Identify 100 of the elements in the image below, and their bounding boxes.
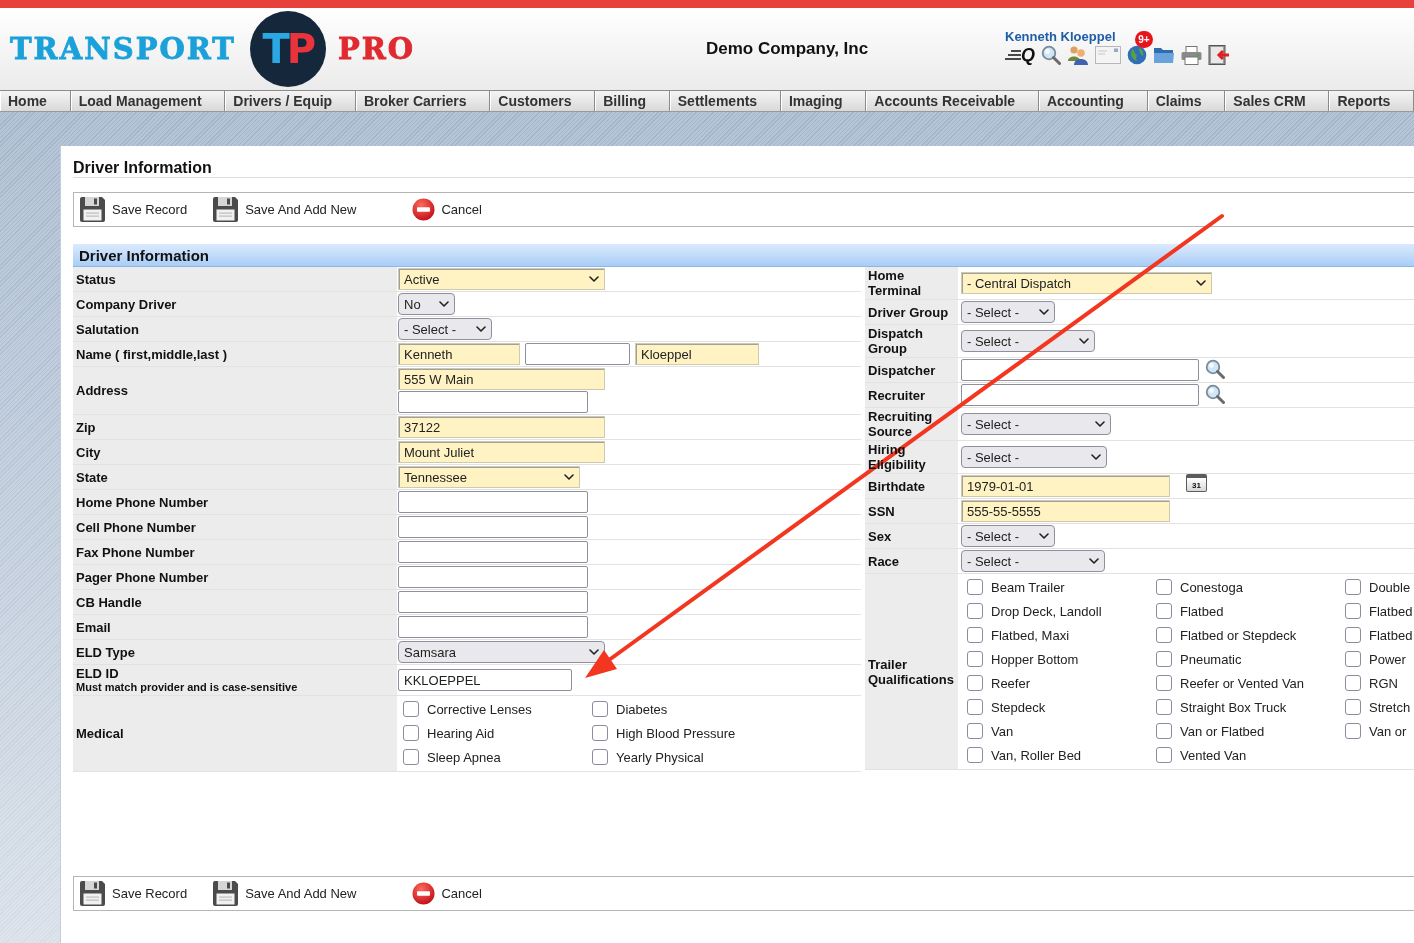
checkbox[interactable] [1156, 699, 1172, 715]
text-field[interactable]: 37122 [398, 416, 605, 438]
text-field[interactable]: KKLOEPPEL [398, 669, 572, 691]
nav-item[interactable]: Sales CRM [1225, 91, 1330, 111]
checkbox[interactable] [967, 747, 983, 763]
checkbox[interactable] [1156, 627, 1172, 643]
nav-item[interactable]: Home [0, 91, 71, 111]
checkbox[interactable] [967, 627, 983, 643]
dropdown[interactable]: - Select - [398, 318, 492, 340]
calendar-icon[interactable]: 31 [1186, 474, 1207, 492]
text-field[interactable] [398, 391, 588, 413]
checkbox-label: Flatbed [1369, 627, 1413, 643]
checkbox[interactable] [1156, 723, 1172, 739]
dropdown[interactable]: - Select - [961, 550, 1105, 572]
field-label: State [76, 469, 108, 485]
text-field[interactable]: Mount Juliet [398, 441, 605, 463]
cancel-button[interactable]: Cancel [412, 882, 482, 905]
search-icon[interactable] [1205, 359, 1225, 379]
checkbox-label: Flatbed [1180, 603, 1224, 619]
people-icon[interactable] [1067, 45, 1089, 65]
save-button[interactable]: Save Record [79, 196, 188, 223]
text-field[interactable]: 555 W Main [398, 368, 605, 390]
search-icon[interactable] [1205, 384, 1225, 404]
checkbox[interactable] [1345, 603, 1361, 619]
dropdown[interactable]: Tennessee [398, 466, 580, 488]
nav-item[interactable]: Billing [595, 91, 670, 111]
checkbox[interactable] [1156, 579, 1172, 595]
nav-item[interactable]: Load Management [70, 91, 226, 111]
field-label: Salutation [76, 321, 139, 337]
chevron-down-icon [1089, 558, 1099, 564]
checkbox[interactable] [403, 725, 419, 741]
checkbox[interactable] [1345, 699, 1361, 715]
text-field[interactable] [398, 591, 588, 613]
text-field[interactable] [398, 516, 588, 538]
checkbox[interactable] [592, 701, 608, 717]
checkbox[interactable] [592, 749, 608, 765]
checkbox-label: Hearing Aid [427, 725, 495, 741]
checkbox[interactable] [403, 701, 419, 717]
checkbox[interactable] [1345, 627, 1361, 643]
text-field[interactable]: Kloeppel [635, 343, 759, 365]
nav-item[interactable]: Drivers / Equip [225, 91, 356, 111]
text-field[interactable]: Kenneth [398, 343, 520, 365]
printer-icon[interactable] [1181, 45, 1202, 65]
save-button[interactable]: Save And Add New [212, 880, 357, 907]
save-button[interactable]: Save And Add New [212, 196, 357, 223]
checkbox[interactable] [967, 579, 983, 595]
nav-item[interactable]: Reports [1329, 91, 1414, 111]
checkbox[interactable] [967, 699, 983, 715]
checkbox[interactable] [1345, 579, 1361, 595]
checkbox[interactable] [967, 603, 983, 619]
text-field[interactable] [398, 491, 588, 513]
checkbox[interactable] [967, 651, 983, 667]
nav-item[interactable]: Claims [1147, 91, 1226, 111]
checkbox[interactable] [592, 725, 608, 741]
checkbox-label: Beam Trailer [991, 579, 1065, 595]
user-name[interactable]: Kenneth Kloeppel [1005, 29, 1116, 44]
dropdown[interactable]: - Select - [961, 413, 1111, 435]
chevron-down-icon [1039, 533, 1049, 539]
text-field[interactable] [961, 359, 1199, 381]
envelope-icon[interactable] [1095, 46, 1121, 64]
nav-item[interactable]: Accounts Receivable [866, 91, 1039, 111]
dropdown[interactable]: - Select - [961, 330, 1095, 352]
dropdown[interactable]: No [398, 293, 455, 315]
globe-icon[interactable] [1127, 45, 1147, 65]
dropdown[interactable]: Samsara [398, 641, 605, 663]
folder-icon[interactable] [1153, 46, 1175, 64]
text-field[interactable]: 555-55-5555 [961, 500, 1170, 522]
text-field[interactable] [398, 566, 588, 588]
checkbox-label: Flatbed, Maxi [991, 627, 1070, 643]
save-button[interactable]: Save Record [79, 880, 188, 907]
quick-search-button[interactable]: Q [1005, 45, 1035, 65]
checkbox[interactable] [1156, 675, 1172, 691]
nav-item[interactable]: Customers [490, 91, 596, 111]
cancel-button[interactable]: Cancel [412, 198, 482, 221]
nav-item[interactable]: Imaging [780, 91, 867, 111]
checkbox[interactable] [1156, 603, 1172, 619]
nav-item[interactable]: Broker Carriers [355, 91, 491, 111]
text-field[interactable] [398, 541, 588, 563]
search-icon[interactable] [1041, 45, 1061, 65]
door-arrow-icon[interactable] [1208, 45, 1230, 65]
dropdown[interactable]: - Select - [961, 301, 1055, 323]
checkbox[interactable] [403, 749, 419, 765]
checkbox[interactable] [1345, 651, 1361, 667]
text-field[interactable] [398, 616, 588, 638]
text-field[interactable] [525, 343, 630, 365]
checkbox[interactable] [1345, 723, 1361, 739]
dropdown[interactable]: - Central Dispatch [961, 272, 1212, 294]
dropdown[interactable]: - Select - [961, 525, 1055, 547]
checkbox[interactable] [1156, 651, 1172, 667]
nav-item[interactable]: Accounting [1038, 91, 1148, 111]
dropdown[interactable]: - Select - [961, 446, 1107, 468]
checkbox[interactable] [967, 723, 983, 739]
dropdown[interactable]: Active [398, 268, 605, 290]
checkbox[interactable] [1345, 675, 1361, 691]
checkbox[interactable] [967, 675, 983, 691]
checkbox[interactable] [1156, 747, 1172, 763]
nav-item[interactable]: Settlements [669, 91, 781, 111]
speed-lines-icon [1005, 48, 1021, 62]
text-field[interactable] [961, 384, 1199, 406]
date-field[interactable]: 1979-01-01 [961, 475, 1170, 497]
